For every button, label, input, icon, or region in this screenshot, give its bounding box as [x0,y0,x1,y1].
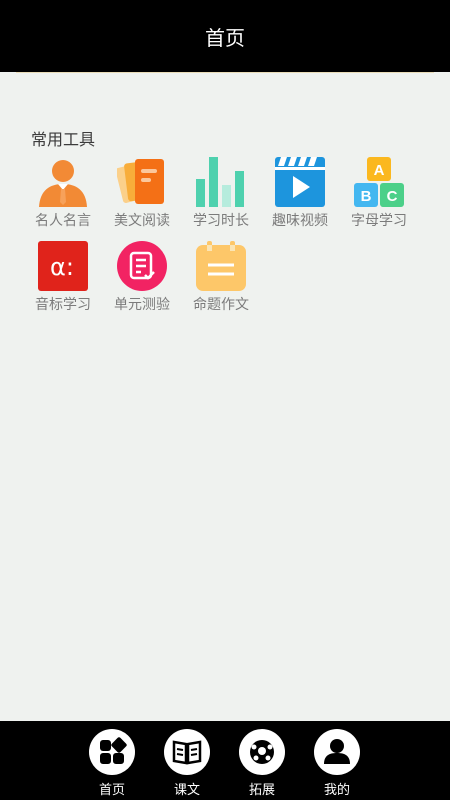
nav-label: 课文 [173,783,200,798]
nav-icon-circle [164,729,210,775]
nav-icon-circle [239,729,285,775]
abc-blocks-icon: A B C [354,157,404,207]
tool-label: 趣味视频 [272,213,328,229]
tool-unit-quiz[interactable]: 单元测验 [106,241,178,321]
book-icon [172,740,202,765]
nav-mine[interactable]: 我的 [307,729,367,799]
nav-label: 首页 [98,783,125,798]
nav-icon-circle [314,729,360,775]
svg-text:C: C [387,188,398,205]
top-bar: 首页 [0,0,450,72]
tool-essay-reading[interactable]: 美文阅读 [106,157,178,237]
bar-chart-icon [196,157,244,207]
svg-text:α:: α: [50,253,74,281]
quiz-document-icon [117,241,167,291]
tool-label: 音标学习 [35,297,91,313]
tool-famous-quotes[interactable]: 名人名言 [27,157,99,237]
ball-icon [250,740,274,764]
tool-fun-video[interactable]: 趣味视频 [264,157,336,237]
tool-label: 美文阅读 [114,213,170,229]
svg-text:B: B [361,188,372,205]
famous-person-icon [39,160,87,207]
nav-icon-circle [89,729,135,775]
calendar-note-icon [196,241,246,291]
phonetic-alpha-icon: α: [38,241,88,291]
tool-phonetics[interactable]: α: 音标学习 [27,241,99,321]
video-play-icon [275,157,325,207]
nav-extend[interactable]: 拓展 [232,729,292,799]
tool-label: 名人名言 [35,213,91,229]
tool-label: 字母学习 [351,213,407,229]
bottom-nav: 首页 课文 拓展 我的 [0,721,450,800]
header-divider [16,72,434,73]
tool-study-time[interactable]: 学习时长 [185,157,257,237]
tool-composition[interactable]: 命题作文 [185,241,257,321]
user-icon [324,739,350,764]
home-grid-icon [100,737,127,764]
tool-label: 学习时长 [193,213,249,229]
tool-label: 单元测验 [114,297,170,313]
nav-lessons[interactable]: 课文 [157,729,217,799]
page-title: 首页 [205,25,245,50]
svg-text:A: A [374,162,385,179]
nav-label: 我的 [323,783,350,798]
reading-cards-icon [117,159,164,204]
tool-alphabet[interactable]: A B C 字母学习 [343,157,415,237]
section-title: 常用工具 [31,130,96,149]
nav-home[interactable]: 首页 [82,729,142,799]
nav-label: 拓展 [248,783,275,798]
tool-label: 命题作文 [193,297,249,313]
